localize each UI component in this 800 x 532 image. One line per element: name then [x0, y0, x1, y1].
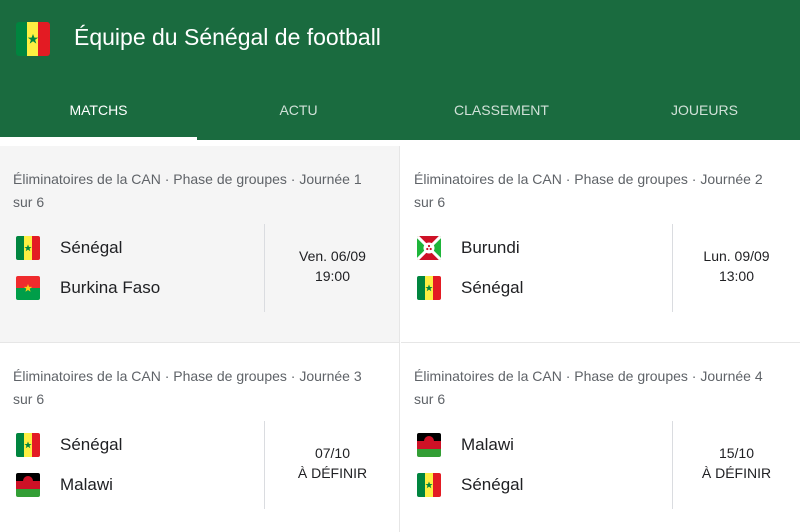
tab-matchs[interactable]: MATCHS — [0, 84, 197, 140]
team-name: Sénégal — [60, 238, 123, 257]
team-name: Sénégal — [461, 475, 524, 494]
team-name: Burkina Faso — [60, 278, 161, 297]
burkina-faso-flag-icon — [16, 276, 40, 300]
competition-label: Éliminatoires de la CAN · Phase de group… — [13, 368, 362, 407]
match-date: Lun. 09/09 — [703, 248, 770, 264]
malawi-flag-icon — [16, 473, 40, 497]
tab-bar: MATCHS ACTU CLASSEMENT JOUEURS — [0, 84, 800, 140]
match-card[interactable]: Éliminatoires de la CAN · Phase de group… — [401, 146, 800, 343]
page-title: Équipe du Sénégal de football — [74, 24, 381, 50]
senegal-flag-icon — [16, 433, 40, 457]
match-time: À DÉFINIR — [701, 465, 772, 481]
tab-classement[interactable]: CLASSEMENT — [403, 84, 600, 140]
match-list: Éliminatoires de la CAN · Phase de group… — [0, 146, 800, 532]
tab-actu[interactable]: ACTU — [200, 84, 397, 140]
team-name: Sénégal — [60, 435, 123, 454]
competition-label: Éliminatoires de la CAN · Phase de group… — [13, 171, 362, 210]
match-time: 13:00 — [718, 268, 755, 284]
senegal-flag-icon — [417, 276, 441, 300]
match-time: À DÉFINIR — [297, 465, 368, 481]
match-card[interactable]: Éliminatoires de la CAN · Phase de group… — [0, 146, 400, 343]
match-date: 07/10 — [314, 445, 351, 461]
team-name: Burundi — [461, 238, 520, 257]
senegal-flag-icon — [417, 473, 441, 497]
team-header: Équipe du Sénégal de football MATCHS ACT… — [0, 0, 800, 140]
competition-label: Éliminatoires de la CAN · Phase de group… — [414, 368, 763, 407]
match-card[interactable]: Éliminatoires de la CAN · Phase de group… — [401, 343, 800, 532]
match-schedule: 15/10 À DÉFINIR — [673, 443, 800, 483]
match-schedule: 07/10 À DÉFINIR — [265, 443, 400, 483]
match-date: Ven. 06/09 — [299, 248, 366, 264]
competition-label: Éliminatoires de la CAN · Phase de group… — [414, 171, 763, 210]
tab-joueurs[interactable]: JOUEURS — [606, 84, 800, 140]
match-card[interactable]: Éliminatoires de la CAN · Phase de group… — [0, 343, 400, 532]
burundi-flag-icon — [417, 236, 441, 260]
malawi-flag-icon — [417, 433, 441, 457]
team-name: Malawi — [461, 435, 514, 454]
team-name: Sénégal — [461, 278, 524, 297]
team-name: Malawi — [60, 475, 113, 494]
match-time: 19:00 — [314, 268, 351, 284]
match-schedule: Lun. 09/09 13:00 — [673, 246, 800, 286]
match-date: 15/10 — [718, 445, 755, 461]
senegal-flag-icon — [16, 236, 40, 260]
senegal-flag-icon — [16, 22, 50, 56]
match-schedule: Ven. 06/09 19:00 — [265, 246, 400, 286]
